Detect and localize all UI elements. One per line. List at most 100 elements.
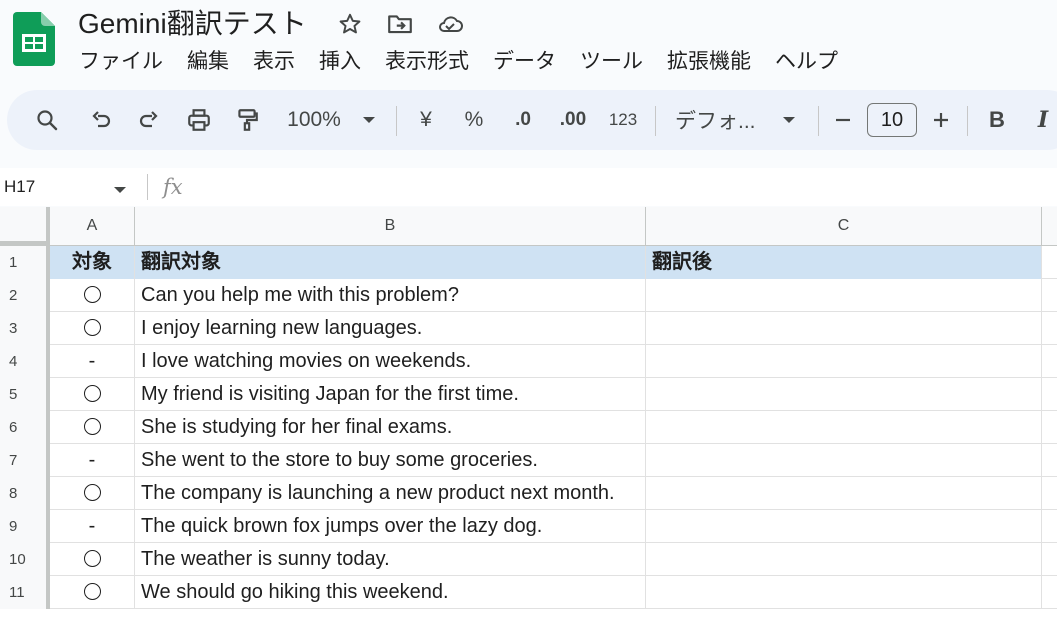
column-header-a[interactable]: A	[50, 207, 135, 245]
cell-a[interactable]	[50, 279, 135, 312]
row-header[interactable]: 6	[0, 411, 50, 444]
font-dropdown-icon[interactable]	[777, 90, 801, 150]
cell-b[interactable]: She is studying for her final exams.	[135, 411, 646, 444]
cell-c[interactable]	[646, 378, 1042, 411]
cell-a[interactable]	[50, 312, 135, 345]
search-menus-icon[interactable]	[29, 90, 65, 150]
cell-b[interactable]: I enjoy learning new languages.	[135, 312, 646, 345]
row-header[interactable]: 10	[0, 543, 50, 576]
percent-format-button[interactable]: %	[459, 90, 489, 150]
sheets-logo-icon[interactable]	[13, 12, 55, 66]
cell-c[interactable]	[646, 312, 1042, 345]
menu-help[interactable]: ヘルプ	[763, 46, 850, 78]
more-formats-button[interactable]: 123	[605, 90, 641, 150]
cell-b[interactable]: The weather is sunny today.	[135, 543, 646, 576]
font-family-select[interactable]: デフォ...	[675, 90, 763, 150]
cloud-saved-icon[interactable]	[436, 10, 464, 38]
cell-b[interactable]: The quick brown fox jumps over the lazy …	[135, 510, 646, 543]
cell-c[interactable]	[646, 543, 1042, 576]
cell-b[interactable]: She went to the store to buy some grocer…	[135, 444, 646, 477]
toolbar-divider	[396, 106, 397, 136]
bold-button[interactable]: B	[983, 90, 1011, 150]
row-header[interactable]: 5	[0, 378, 50, 411]
cell-a[interactable]: -	[50, 345, 135, 378]
name-box[interactable]: H17	[4, 168, 35, 206]
name-box-dropdown-icon[interactable]	[113, 182, 127, 200]
menu-bar: ファイル 編集 表示 挿入 表示形式 データ ツール 拡張機能 ヘルプ	[67, 46, 850, 78]
zoom-dropdown-icon[interactable]	[357, 90, 381, 150]
decrease-decimal-label: .0	[515, 109, 531, 130]
document-title[interactable]: Gemini翻訳テスト	[78, 6, 307, 42]
table-row: 3 I enjoy learning new languages.	[0, 312, 1057, 345]
cell-c[interactable]	[646, 279, 1042, 312]
circle-mark-icon	[83, 483, 101, 501]
undo-icon[interactable]	[83, 90, 119, 150]
cell-b[interactable]: The company is launching a new product n…	[135, 477, 646, 510]
cell-b[interactable]: My friend is visiting Japan for the firs…	[135, 378, 646, 411]
formula-bar: H17 fx	[0, 168, 1057, 206]
table-row: 10 The weather is sunny today.	[0, 543, 1057, 576]
cell-a[interactable]	[50, 477, 135, 510]
menu-extensions[interactable]: 拡張機能	[655, 46, 763, 78]
cell-c[interactable]	[646, 411, 1042, 444]
cell-b[interactable]: Can you help me with this problem?	[135, 279, 646, 312]
cell-c[interactable]: 翻訳後	[646, 246, 1042, 279]
cell-b[interactable]: We should go hiking this weekend.	[135, 576, 646, 609]
table-row: 8 The company is launching a new product …	[0, 477, 1057, 510]
increase-font-size-icon[interactable]	[927, 90, 955, 150]
menu-insert[interactable]: 挿入	[307, 46, 373, 78]
title-bar: Gemini翻訳テスト ファイル 編集 表示 挿入 表示形式 データ ツール 拡…	[0, 0, 1057, 90]
menu-data[interactable]: データ	[481, 46, 568, 78]
cell-b[interactable]: 翻訳対象	[135, 246, 646, 279]
row-header[interactable]: 11	[0, 576, 50, 609]
font-size-input[interactable]: 10	[867, 103, 917, 137]
table-row: 5 My friend is visiting Japan for the fir…	[0, 378, 1057, 411]
select-all-corner[interactable]	[0, 207, 50, 245]
italic-button[interactable]: I	[1031, 90, 1055, 150]
cell-a[interactable]: 対象	[50, 246, 135, 279]
formula-divider	[147, 174, 148, 200]
table-row: 9- The quick brown fox jumps over the laz…	[0, 510, 1057, 543]
row-header[interactable]: 3	[0, 312, 50, 345]
cell-a[interactable]	[50, 543, 135, 576]
menu-format[interactable]: 表示形式	[373, 46, 481, 78]
row-header[interactable]: 9	[0, 510, 50, 543]
cell-a[interactable]: -	[50, 444, 135, 477]
redo-icon[interactable]	[131, 90, 167, 150]
cell-b[interactable]: I love watching movies on weekends.	[135, 345, 646, 378]
cell-a[interactable]	[50, 576, 135, 609]
move-to-folder-icon[interactable]	[386, 10, 414, 38]
increase-decimal-button[interactable]: .00	[553, 90, 593, 150]
cell-a[interactable]	[50, 411, 135, 444]
decrease-decimal-button[interactable]: .0	[505, 90, 541, 150]
column-header-c[interactable]: C	[646, 207, 1042, 245]
row-header[interactable]: 1	[0, 246, 50, 279]
menu-view[interactable]: 表示	[241, 46, 307, 78]
currency-format-button[interactable]: ¥	[411, 90, 441, 150]
row-header[interactable]: 2	[0, 279, 50, 312]
cell-a[interactable]	[50, 378, 135, 411]
paint-format-icon[interactable]	[229, 90, 265, 150]
cell-c[interactable]	[646, 576, 1042, 609]
cell-a[interactable]: -	[50, 510, 135, 543]
row-header[interactable]: 4	[0, 345, 50, 378]
column-header-b[interactable]: B	[135, 207, 646, 245]
circle-mark-icon	[83, 417, 101, 435]
print-icon[interactable]	[181, 90, 217, 150]
spreadsheet-grid: A B C 1 対象 翻訳対象 翻訳後 2 Can you help me with th…	[0, 207, 1057, 617]
decrease-font-size-icon[interactable]	[829, 90, 857, 150]
cell-c[interactable]	[646, 444, 1042, 477]
table-row: 2 Can you help me with this problem?	[0, 279, 1057, 312]
header-row: 1 対象 翻訳対象 翻訳後	[0, 246, 1057, 279]
row-header[interactable]: 7	[0, 444, 50, 477]
circle-mark-icon	[83, 318, 101, 336]
row-header[interactable]: 8	[0, 477, 50, 510]
zoom-select[interactable]: 100%	[281, 90, 347, 150]
cell-c[interactable]	[646, 477, 1042, 510]
menu-file[interactable]: ファイル	[67, 46, 175, 78]
cell-c[interactable]	[646, 345, 1042, 378]
menu-tools[interactable]: ツール	[568, 46, 655, 78]
cell-c[interactable]	[646, 510, 1042, 543]
menu-edit[interactable]: 編集	[175, 46, 241, 78]
star-icon[interactable]	[336, 10, 364, 38]
